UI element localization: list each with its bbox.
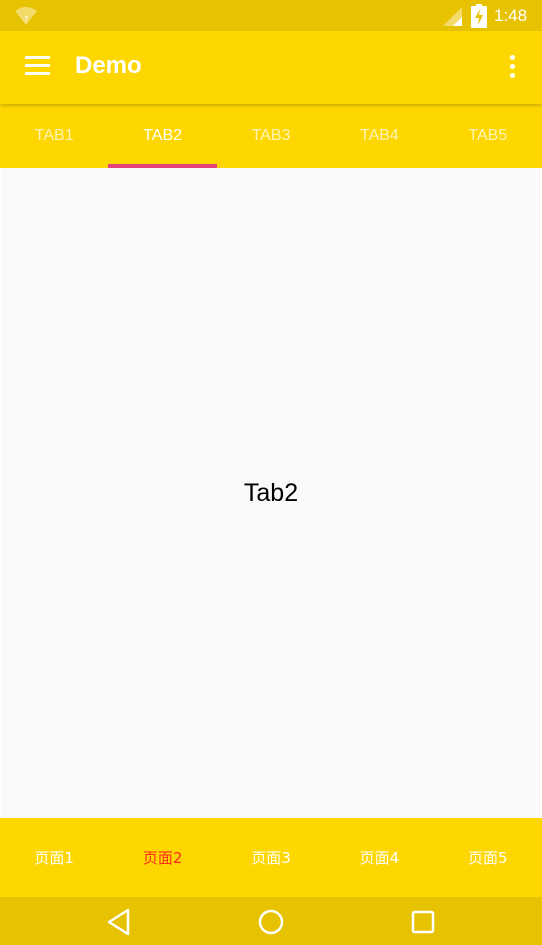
- bottom-nav-label: 页面3: [251, 849, 291, 867]
- bottom-nav-item-4[interactable]: 页面4: [325, 818, 433, 897]
- app-title: Demo: [75, 52, 142, 79]
- bottom-nav-label: 页面4: [359, 849, 400, 867]
- bottom-nav-item-1[interactable]: 页面1: [0, 818, 108, 897]
- app-bar: Demo: [0, 31, 542, 104]
- back-icon[interactable]: [104, 907, 134, 937]
- more-vert-icon[interactable]: [500, 55, 524, 81]
- system-navigation-bar: [0, 897, 542, 945]
- bottom-nav-item-5[interactable]: 页面5: [434, 818, 542, 897]
- hamburger-menu-icon[interactable]: [25, 56, 50, 78]
- bottom-nav-label: 页面5: [468, 849, 508, 867]
- status-time: 1:48: [494, 6, 528, 25]
- bottom-nav-item-2[interactable]: 页面2: [108, 818, 216, 897]
- battery-charging-icon: [471, 4, 487, 28]
- content-label: Tab2: [243, 478, 299, 507]
- tab-label: TAB2: [143, 127, 183, 144]
- bottom-navigation: 页面1 页面2 页面3 页面4 页面5: [0, 818, 542, 897]
- tab-1[interactable]: TAB1: [0, 104, 108, 168]
- tab-bar: TAB1 TAB2 TAB3 TAB4 TAB5: [0, 104, 542, 168]
- bottom-nav-label: 页面1: [34, 849, 74, 867]
- home-icon[interactable]: [256, 907, 286, 937]
- tab-4[interactable]: TAB4: [325, 104, 433, 168]
- tab-2[interactable]: TAB2: [108, 104, 217, 168]
- tab-3[interactable]: TAB3: [217, 104, 325, 168]
- bottom-nav-item-3[interactable]: 页面3: [217, 818, 325, 897]
- wifi-icon: ?: [15, 7, 37, 25]
- svg-text:?: ?: [24, 15, 28, 24]
- recent-apps-icon[interactable]: [408, 907, 438, 937]
- bottom-nav-label: 页面2: [142, 849, 183, 867]
- tab-label: TAB5: [468, 127, 508, 144]
- tab-label: TAB4: [360, 127, 399, 144]
- tab-label: TAB3: [251, 127, 291, 144]
- status-bar: ? 1:48: [0, 0, 542, 31]
- tab-5[interactable]: TAB5: [434, 104, 542, 168]
- tab-content: Tab2: [1, 168, 541, 818]
- tab-label: TAB1: [34, 127, 74, 144]
- signal-icon: [443, 7, 462, 26]
